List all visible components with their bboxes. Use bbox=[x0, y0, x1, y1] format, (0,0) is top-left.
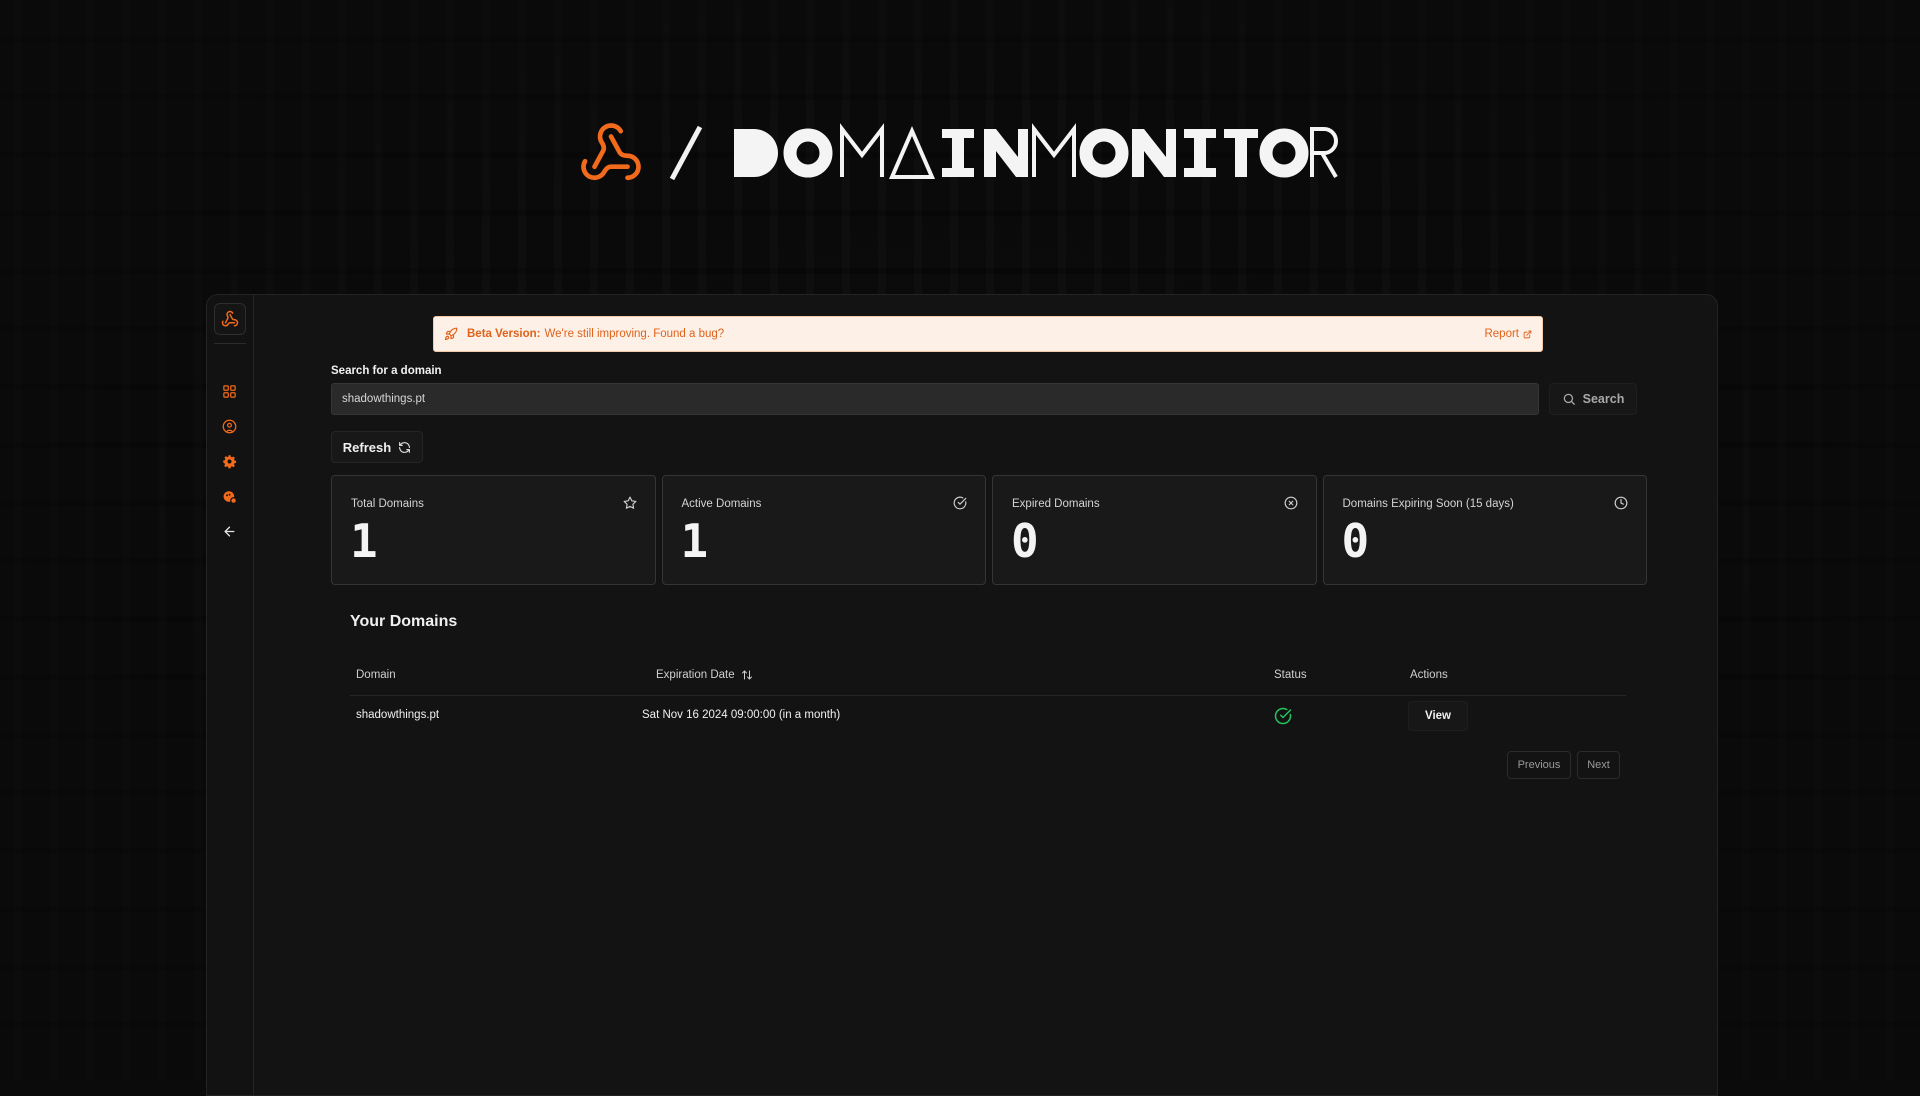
beta-banner: Beta Version: We're still improving. Fou… bbox=[433, 316, 1543, 352]
column-header-domain: Domain bbox=[356, 669, 396, 681]
stat-value: 1 bbox=[681, 518, 709, 564]
view-button[interactable]: View bbox=[1408, 701, 1468, 731]
sort-icon bbox=[741, 669, 753, 681]
stat-title: Expired Domains bbox=[1012, 498, 1100, 510]
sidebar-divider bbox=[214, 343, 246, 344]
stat-value: 0 bbox=[1342, 518, 1370, 564]
check-circle-icon bbox=[953, 496, 967, 510]
sidebar-item-account[interactable] bbox=[221, 418, 237, 434]
previous-button[interactable]: Previous bbox=[1507, 751, 1571, 779]
column-header-status: Status bbox=[1274, 669, 1307, 681]
stat-card-expired: Expired Domains 0 bbox=[992, 475, 1317, 585]
expiration-cell: Sat Nov 16 2024 09:00:00 (in a month) bbox=[642, 709, 840, 721]
sidebar-item-bugs[interactable] bbox=[221, 488, 237, 504]
gear-icon bbox=[222, 454, 237, 469]
webhook-icon bbox=[578, 120, 644, 186]
stat-title: Total Domains bbox=[351, 498, 424, 510]
webhook-icon bbox=[221, 310, 239, 328]
stat-card-active: Active Domains 1 bbox=[662, 475, 987, 585]
status-active-icon bbox=[1274, 707, 1292, 725]
column-header-actions: Actions bbox=[1410, 669, 1448, 681]
report-label: Report bbox=[1484, 328, 1519, 340]
hero-logo bbox=[578, 118, 1338, 188]
rocket-icon bbox=[444, 327, 458, 341]
search-button[interactable]: Search bbox=[1549, 383, 1637, 415]
column-label: Status bbox=[1274, 669, 1307, 681]
sidebar-logo[interactable] bbox=[214, 303, 246, 335]
report-link[interactable]: Report bbox=[1484, 328, 1532, 340]
search-label: Search for a domain bbox=[331, 365, 442, 377]
refresh-button[interactable]: Refresh bbox=[331, 431, 423, 463]
stat-card-expiring-soon: Domains Expiring Soon (15 days) 0 bbox=[1323, 475, 1648, 585]
arrow-left-icon bbox=[222, 524, 237, 539]
clock-icon bbox=[1614, 496, 1628, 510]
refresh-icon bbox=[398, 441, 411, 454]
beta-label: Beta Version: bbox=[467, 328, 541, 340]
sidebar-item-back[interactable] bbox=[221, 523, 237, 539]
column-header-expiration[interactable]: Expiration Date bbox=[656, 669, 753, 681]
header-divider bbox=[350, 695, 1626, 696]
column-label: Domain bbox=[356, 669, 396, 681]
stat-title: Active Domains bbox=[682, 498, 762, 510]
section-title: Your Domains bbox=[350, 613, 457, 631]
refresh-label: Refresh bbox=[343, 440, 391, 455]
star-icon bbox=[623, 496, 637, 510]
stat-title: Domains Expiring Soon (15 days) bbox=[1343, 498, 1514, 510]
column-label: Expiration Date bbox=[656, 669, 735, 681]
stat-value: 0 bbox=[1011, 518, 1039, 564]
beta-message: We're still improving. Found a bug? bbox=[545, 328, 725, 340]
wordmark bbox=[728, 123, 1338, 183]
sidebar-item-dashboard[interactable] bbox=[221, 383, 237, 399]
bug-icon bbox=[222, 489, 237, 504]
stats-row: Total Domains 1 Active Domains 1 Expired… bbox=[331, 475, 1647, 585]
user-circle-icon bbox=[222, 419, 237, 434]
domain-cell: shadowthings.pt bbox=[356, 709, 439, 721]
search-input[interactable] bbox=[331, 383, 1539, 415]
slash-divider bbox=[666, 123, 706, 183]
next-button[interactable]: Next bbox=[1577, 751, 1620, 779]
stat-card-total: Total Domains 1 bbox=[331, 475, 656, 585]
wordmark-glyphs bbox=[728, 123, 1338, 183]
app-window: Beta Version: We're still improving. Fou… bbox=[206, 294, 1718, 1096]
stat-value: 1 bbox=[350, 518, 378, 564]
sidebar bbox=[207, 295, 254, 1095]
main-content: Beta Version: We're still improving. Fou… bbox=[331, 295, 1647, 1095]
grid-icon bbox=[222, 384, 237, 399]
column-label: Actions bbox=[1410, 669, 1448, 681]
x-circle-icon bbox=[1284, 496, 1298, 510]
search-button-label: Search bbox=[1583, 392, 1625, 406]
external-link-icon bbox=[1523, 330, 1532, 339]
search-icon bbox=[1562, 392, 1576, 406]
sidebar-item-settings[interactable] bbox=[221, 453, 237, 469]
